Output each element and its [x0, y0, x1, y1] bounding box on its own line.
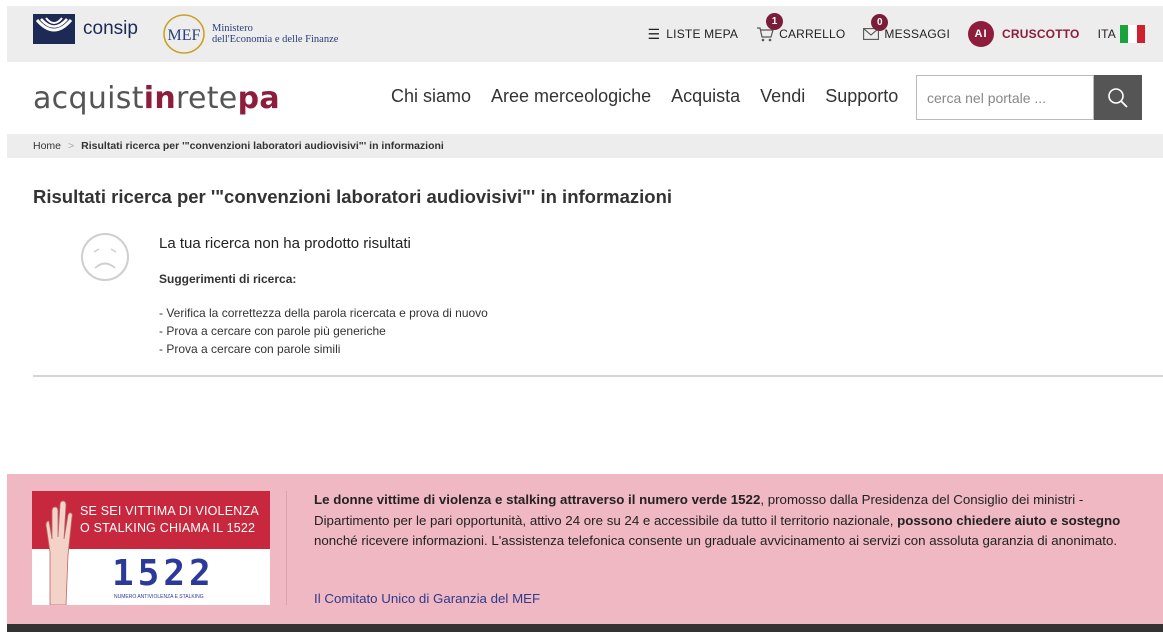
- breadcrumb: Home > Risultati ricerca per '"convenzio…: [7, 134, 1163, 158]
- liste-mepa-link[interactable]: ☰ LISTE MEPA: [648, 26, 739, 43]
- banner-text-2: nonché ricevere informazioni. L'assisten…: [314, 533, 1118, 548]
- italian-flag-icon: [1120, 25, 1145, 43]
- search-button[interactable]: [1094, 75, 1142, 120]
- nav-acquista[interactable]: Acquista: [671, 86, 740, 107]
- utility-nav: ☰ LISTE MEPA 1 CARRELLO 0 MESSAGGI AI CR…: [630, 6, 1145, 62]
- suggestions-title: Suggerimenti di ricerca:: [159, 272, 297, 286]
- antiviolence-banner: SE SEI VITTIMA DI VIOLENZA O STALKING CH…: [7, 474, 1163, 624]
- brand-part-2: in: [143, 81, 177, 116]
- cart-count-badge: 1: [766, 13, 784, 30]
- suggestion-item: - Prova a cercare con parole più generic…: [159, 324, 386, 338]
- promo-1522-image[interactable]: SE SEI VITTIMA DI VIOLENZA O STALKING CH…: [32, 491, 270, 605]
- consip-logo[interactable]: consip: [33, 14, 138, 44]
- promo-line-1: SE SEI VITTIMA DI VIOLENZA: [80, 504, 259, 518]
- cruscotto-link[interactable]: AI CRUSCOTTO: [968, 21, 1080, 47]
- mef-ministry-label: Ministero dell'Economia e delle Finanze: [212, 23, 338, 45]
- mef-line-2: dell'Economia e delle Finanze: [212, 34, 339, 45]
- acquistinretepa-logo[interactable]: acquistinretepa: [33, 81, 280, 116]
- carrello-label: CARRELLO: [779, 27, 846, 41]
- suggestions-list: - Verifica la correttezza della parola r…: [159, 304, 488, 358]
- no-results-heading: La tua ricerca non ha prodotto risultati: [159, 235, 411, 252]
- language-label: ITA: [1097, 27, 1116, 41]
- carrello-link[interactable]: 1 CARRELLO: [756, 13, 846, 42]
- consip-logo-icon: [33, 14, 75, 44]
- sad-face-icon: [81, 233, 129, 281]
- nav-chi-siamo[interactable]: Chi siamo: [391, 86, 471, 107]
- footer-strip: [7, 624, 1163, 632]
- nav-supporto[interactable]: Supporto: [825, 86, 898, 107]
- search-icon: [1108, 87, 1128, 108]
- cug-mef-link[interactable]: Il Comitato Unico di Garanzia del MEF: [314, 591, 540, 606]
- main-nav: Chi siamo Aree merceologiche Acquista Ve…: [391, 86, 918, 107]
- banner-description: Le donne vittime di violenza e stalking …: [314, 490, 1144, 552]
- brand-part-3: rete: [176, 81, 238, 116]
- top-utility-bar: consip MEF Ministero dell'Economia e del…: [7, 6, 1163, 62]
- mef-line-1: Ministero: [212, 23, 253, 34]
- menu-icon: ☰: [647, 25, 661, 42]
- suggestion-item: - Verifica la correttezza della parola r…: [159, 306, 488, 320]
- promo-line-2: O STALKING CHIAMA IL 1522: [80, 521, 256, 535]
- main-header: acquistinretepa Chi siamo Aree merceolog…: [7, 62, 1163, 132]
- banner-bold-2: possono chiedere aiuto e sostegno: [897, 512, 1121, 528]
- raised-hand-icon: [45, 500, 73, 605]
- content-divider: [33, 375, 1163, 377]
- page-title: Risultati ricerca per '"convenzioni labo…: [33, 186, 673, 207]
- banner-bold-1: Le donne vittime di violenza e stalking …: [314, 492, 761, 507]
- cruscotto-label: CRUSCOTTO: [1002, 27, 1080, 41]
- suggestion-item: - Prova a cercare con parole simili: [159, 342, 341, 356]
- promo-number: 1522: [112, 553, 215, 594]
- liste-mepa-label: LISTE MEPA: [666, 27, 739, 41]
- brand-part-1: acquist: [33, 81, 144, 116]
- language-selector[interactable]: ITA: [1098, 25, 1145, 43]
- nav-aree-merceologiche[interactable]: Aree merceologiche: [491, 86, 651, 107]
- messaggi-label: MESSAGGI: [884, 27, 951, 41]
- nav-vendi[interactable]: Vendi: [760, 86, 805, 107]
- user-avatar: AI: [968, 21, 995, 47]
- mef-logo-icon: MEF: [163, 14, 205, 54]
- breadcrumb-current: Risultati ricerca per '"convenzioni labo…: [81, 140, 444, 152]
- breadcrumb-separator-icon: >: [68, 140, 75, 152]
- brand-part-4: pa: [237, 81, 280, 116]
- promo-small-caption: NUMERO ANTIVIOLENZA E STALKING: [114, 594, 204, 600]
- mef-logo-text: MEF: [168, 27, 201, 44]
- banner-divider: [286, 491, 287, 605]
- messaggi-link[interactable]: 0 MESSAGGI: [863, 14, 951, 41]
- mef-logo[interactable]: MEF Ministero dell'Economia e delle Fina…: [162, 13, 338, 55]
- breadcrumb-home[interactable]: Home: [33, 140, 61, 152]
- search-input[interactable]: [916, 75, 1094, 120]
- consip-logo-text: consip: [83, 18, 138, 39]
